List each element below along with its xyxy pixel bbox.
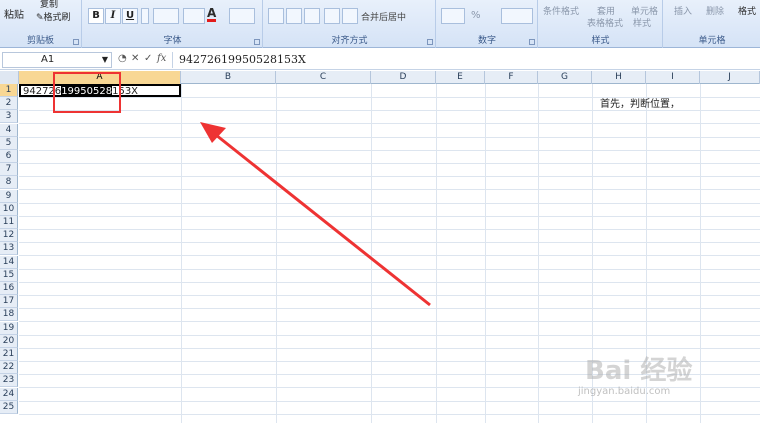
arrow-line — [215, 133, 431, 307]
annotation-text: 首先，判断位置， — [600, 99, 680, 110]
baidu-watermark: Bai 经验 — [585, 356, 693, 386]
watermark-url: jingyan.baidu.com — [578, 386, 671, 397]
